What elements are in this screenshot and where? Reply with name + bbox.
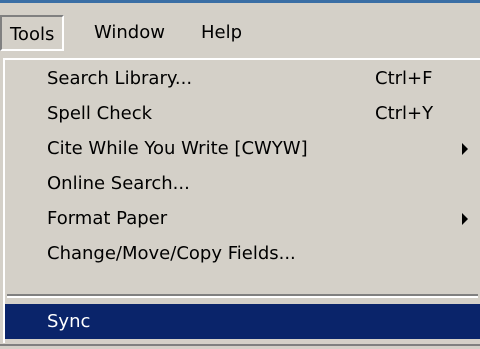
menu-tools-label: Tools: [10, 24, 55, 45]
menu-item-label: Cite While You Write [CWYW]: [47, 138, 308, 159]
menu-item-change-move-copy-fields[interactable]: Change/Move/Copy Fields...: [5, 236, 480, 271]
menu-item-label: Change/Move/Copy Fields...: [47, 243, 296, 264]
menu-item-shortcut: Ctrl+F: [375, 68, 433, 89]
menu-help-label: Help: [201, 22, 243, 43]
menu-item-label: Sync: [47, 311, 91, 332]
menu-item-format-paper[interactable]: Format Paper: [5, 201, 480, 236]
menu-item-spell-check[interactable]: Spell Check Ctrl+Y: [5, 96, 480, 131]
menu-item-label: Search Library...: [47, 68, 193, 89]
menu-separator: [7, 294, 478, 298]
menu-item-shortcut: Ctrl+Y: [375, 103, 434, 124]
menu-tools[interactable]: Tools: [0, 15, 65, 51]
menu-item-sync[interactable]: Sync: [5, 304, 480, 339]
menu-item-label: Spell Check: [47, 103, 153, 124]
tools-dropdown-menu: Search Library... Ctrl+F Spell Check Ctr…: [3, 58, 480, 349]
menu-item-search-library[interactable]: Search Library... Ctrl+F: [5, 61, 480, 96]
menu-bar: Tools Window Help: [0, 3, 480, 58]
menu-bottom-shadow: [0, 344, 480, 346]
submenu-arrow-icon: [462, 143, 468, 155]
menu-item-online-search[interactable]: Online Search...: [5, 166, 480, 201]
menu-item-label: Online Search...: [47, 173, 190, 194]
menu-window[interactable]: Window: [86, 15, 173, 51]
menu-help[interactable]: Help: [193, 15, 250, 51]
menu-item-label: Format Paper: [47, 208, 168, 229]
menu-item-cite-while-you-write[interactable]: Cite While You Write [CWYW]: [5, 131, 480, 166]
menu-window-label: Window: [94, 22, 165, 43]
submenu-arrow-icon: [462, 213, 468, 225]
